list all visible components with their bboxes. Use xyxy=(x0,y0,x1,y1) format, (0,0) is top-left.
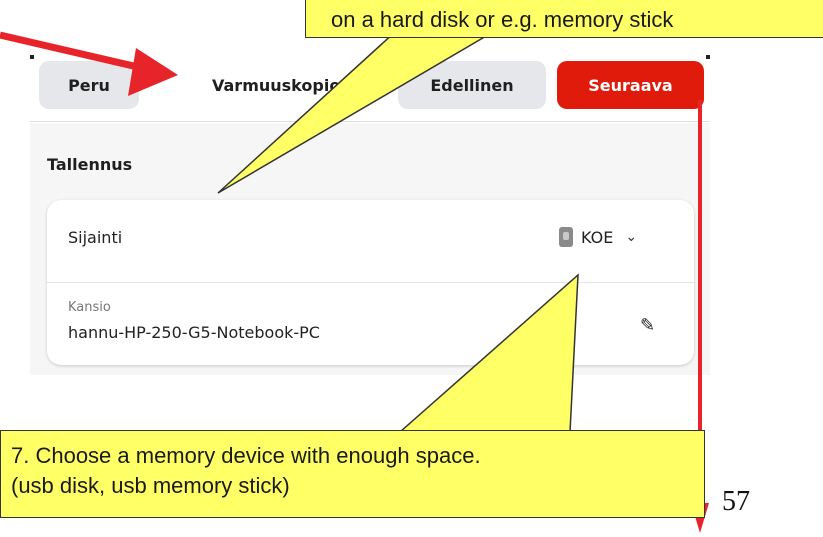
top-callout: on a hard disk or e.g. memory stick xyxy=(305,0,823,38)
callout-pointer xyxy=(398,273,579,433)
bottom-callout: 7. Choose a memory device with enough sp… xyxy=(0,430,705,518)
bottom-callout-line2: (usb disk, usb memory stick) xyxy=(11,473,290,498)
top-callout-text: on a hard disk or e.g. memory stick xyxy=(331,7,674,32)
bottom-callout-line1: 7. Choose a memory device with enough sp… xyxy=(11,443,481,468)
callout-pointer xyxy=(217,31,496,194)
red-arrow xyxy=(0,31,143,72)
red-arrow-head xyxy=(128,48,178,96)
page-number: 57 xyxy=(722,486,750,517)
